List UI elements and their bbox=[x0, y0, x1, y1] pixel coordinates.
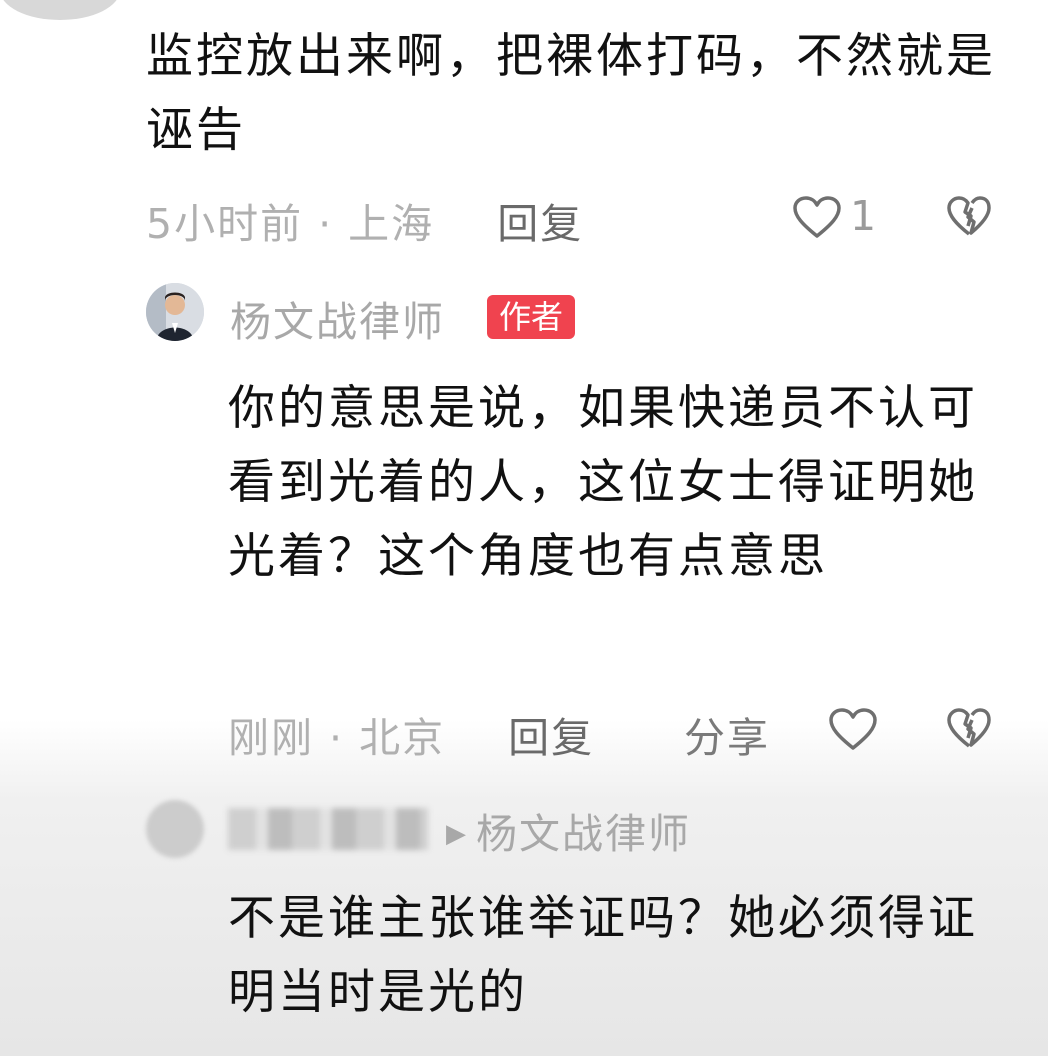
broken-heart-icon[interactable] bbox=[946, 708, 992, 750]
reply-arrow-icon: ▶ bbox=[446, 819, 468, 849]
author-avatar[interactable] bbox=[146, 283, 204, 341]
user-avatar[interactable] bbox=[146, 800, 204, 858]
like-count: 1 bbox=[850, 192, 877, 240]
share-button[interactable]: 分享 bbox=[684, 704, 770, 764]
like-heart-icon[interactable] bbox=[828, 708, 878, 752]
reply-author-name[interactable]: 杨文战律师 bbox=[230, 288, 445, 348]
comment-text: 监控放出来啊，把裸体打码，不然就是诬告 bbox=[146, 29, 996, 158]
comment-meta: 5小时前 · 上海 回复 bbox=[146, 190, 583, 250]
blurred-username bbox=[228, 808, 428, 850]
avatar-portrait-icon bbox=[146, 283, 204, 341]
reply-text: 不是谁主张谁举证吗？她必须得证明当时是光的 bbox=[228, 891, 978, 1020]
reply-time-location: 刚刚 · 北京 bbox=[228, 714, 446, 762]
reply-button[interactable]: 回复 bbox=[497, 200, 583, 248]
author-badge: 作者 bbox=[487, 295, 576, 339]
comment-time-location: 5小时前 · 上海 bbox=[146, 200, 435, 248]
like-heart-icon[interactable] bbox=[792, 196, 842, 240]
reply-to-author[interactable]: 杨文战律师 bbox=[476, 810, 691, 858]
reply-meta: 刚刚 · 北京 回复 bbox=[228, 704, 594, 764]
reply-text: 你的意思是说，如果快递员不认可看到光着的人，这位女士得证明她光着？这个角度也有点… bbox=[228, 381, 978, 584]
broken-heart-icon[interactable] bbox=[946, 196, 992, 238]
reply-button[interactable]: 回复 bbox=[508, 714, 594, 762]
reply-to-label: ▶ 杨文战律师 bbox=[446, 800, 691, 860]
